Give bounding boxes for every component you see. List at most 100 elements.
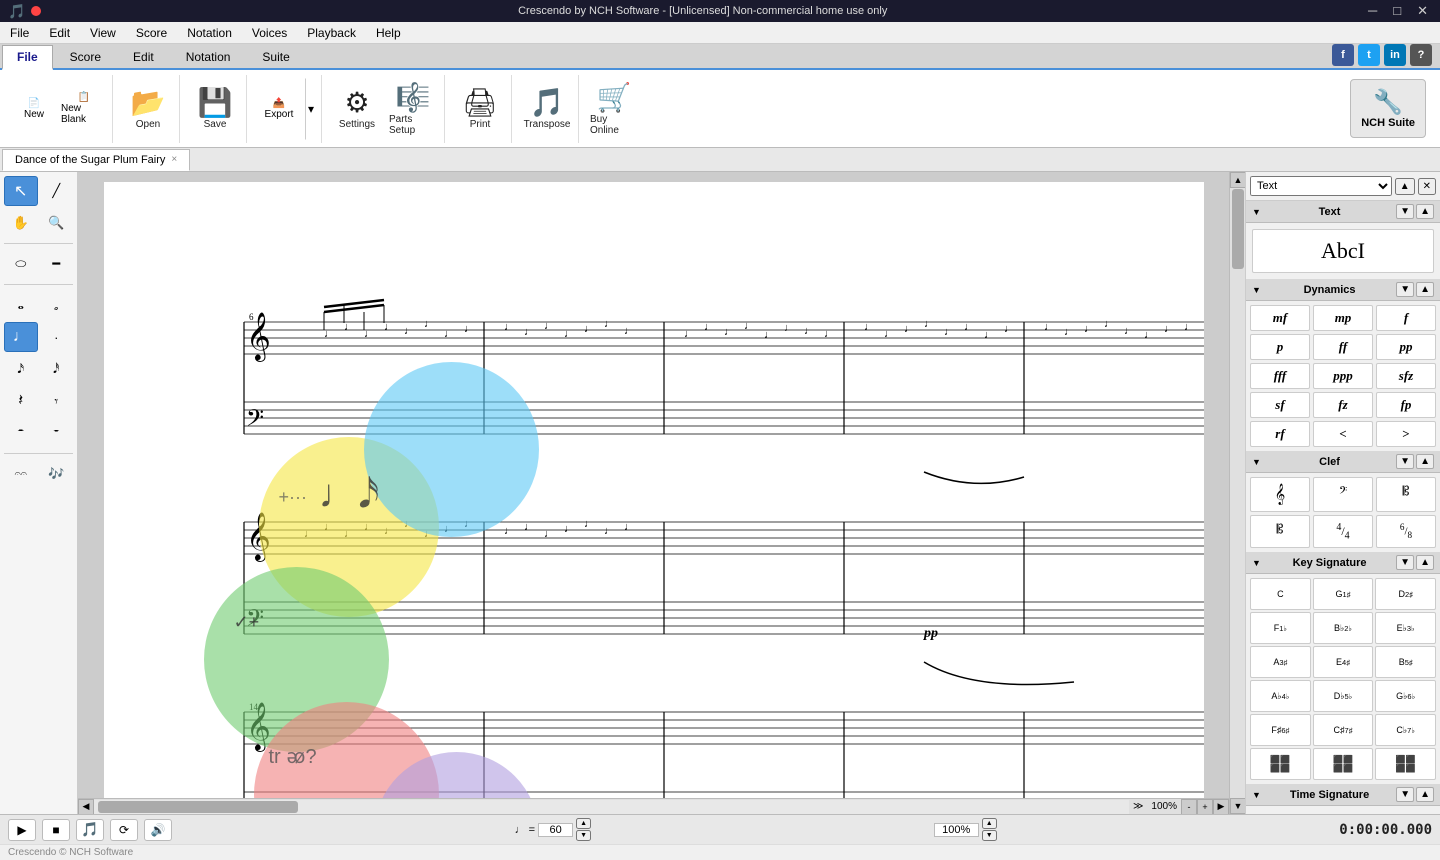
clef-down-btn[interactable]: ▼ — [1396, 454, 1414, 469]
draw-tool[interactable]: ╱ — [40, 176, 74, 206]
text-preview[interactable]: AbcI — [1252, 229, 1434, 273]
dynamic-mf[interactable]: mf — [1250, 305, 1310, 331]
keysig-g[interactable]: G1♯ — [1313, 578, 1374, 610]
text-up-btn[interactable]: ▲ — [1416, 204, 1434, 219]
quarter-rest-tool[interactable]: 𝄽 — [4, 386, 38, 416]
timesig-down-btn[interactable]: ▼ — [1396, 787, 1414, 802]
thirty-second-tool[interactable]: 𝅘𝅥𝅰 — [40, 354, 74, 384]
clef-treble[interactable]: 𝄞 — [1250, 477, 1310, 512]
tab-suite[interactable]: Suite — [247, 45, 304, 68]
keysig-up-btn[interactable]: ▲ — [1416, 555, 1434, 570]
keysig-d[interactable]: D2♯ — [1375, 578, 1436, 610]
dynamic-f[interactable]: f — [1376, 305, 1436, 331]
dynamics-down-btn[interactable]: ▼ — [1396, 282, 1414, 297]
stop-button[interactable]: ■ — [42, 819, 70, 841]
tab-score[interactable]: Score — [55, 45, 116, 68]
open-button[interactable]: 📂 Open — [121, 78, 175, 140]
sound-button[interactable]: 🔊 — [144, 819, 172, 841]
linkedin-icon[interactable]: in — [1384, 44, 1406, 66]
line-tool[interactable]: ━ — [40, 249, 74, 279]
dotted-tool[interactable]: · — [40, 322, 74, 352]
help-icon[interactable]: ? — [1410, 44, 1432, 66]
dynamic-fff[interactable]: fff — [1250, 363, 1310, 389]
doc-tab-close[interactable]: × — [171, 154, 177, 165]
clef-section-header[interactable]: ▼ Clef ▼ ▲ — [1246, 451, 1440, 473]
eighth-rest-tool[interactable]: 𝄾 — [40, 386, 74, 416]
scroll-down-button[interactable]: ▼ — [1230, 798, 1245, 814]
clef-up-btn[interactable]: ▲ — [1416, 454, 1434, 469]
menu-view[interactable]: View — [80, 24, 126, 42]
dynamic-sf[interactable]: sf — [1250, 392, 1310, 418]
twitter-icon[interactable]: t — [1358, 44, 1380, 66]
scroll-thumb[interactable] — [98, 801, 298, 813]
dynamic-pp[interactable]: pp — [1376, 334, 1436, 360]
keysig-ab[interactable]: A♭4♭ — [1250, 680, 1311, 712]
clef-6-8[interactable]: 6/8 — [1376, 515, 1436, 548]
zoom-tool[interactable]: 🔍 — [40, 208, 74, 238]
keysig-other3[interactable]: ⬛⬛⬛⬛ — [1375, 748, 1436, 780]
horizontal-scrollbar[interactable]: ◀ ≫ 100% - + ▶ — [78, 798, 1229, 814]
zoom-in-button[interactable]: + — [1197, 799, 1213, 815]
facebook-icon[interactable]: f — [1332, 44, 1354, 66]
keysig-f-sharp[interactable]: F♯6♯ — [1250, 714, 1311, 746]
zoom-up-button[interactable]: ▲ — [982, 818, 997, 829]
dynamics-up-btn[interactable]: ▲ — [1416, 282, 1434, 297]
dynamic-decrescendo[interactable]: > — [1376, 421, 1436, 447]
tab-file[interactable]: File — [2, 45, 53, 70]
tab-edit[interactable]: Edit — [118, 45, 169, 68]
text-section-header[interactable]: ▼ Text ▼ ▲ — [1246, 201, 1440, 223]
menu-notation[interactable]: Notation — [177, 24, 242, 42]
menu-score[interactable]: Score — [126, 24, 177, 42]
transpose-button[interactable]: 🎵 Transpose — [520, 78, 574, 140]
tempo-up-button[interactable]: ▲ — [576, 818, 591, 829]
zoom-input[interactable] — [934, 823, 979, 837]
vscroll-track[interactable] — [1230, 188, 1245, 798]
score-area[interactable]: 𝄞 𝄢 𝄞 𝄢 𝄞 𝄢 6 14 ♩ ♩ — [78, 172, 1229, 814]
vscroll-thumb[interactable] — [1232, 189, 1244, 269]
dynamics-section-header[interactable]: ▼ Dynamics ▼ ▲ — [1246, 279, 1440, 301]
scroll-up-button[interactable]: ▲ — [1230, 172, 1245, 188]
key-signature-section-header[interactable]: ▼ Key Signature ▼ ▲ — [1246, 552, 1440, 574]
menu-file[interactable]: File — [0, 24, 39, 42]
new-button[interactable]: 📄 New — [10, 78, 58, 140]
scroll-track[interactable] — [94, 800, 1129, 814]
metronome-button[interactable]: 🎵 — [76, 819, 104, 841]
scroll-left-button[interactable]: ◀ — [78, 799, 94, 815]
time-signature-section-header[interactable]: ▼ Time Signature ▼ ▲ — [1246, 784, 1440, 806]
half-rest-tool[interactable]: 𝄼 — [4, 418, 38, 448]
select-tool[interactable]: ↖ — [4, 176, 38, 206]
export-button[interactable]: 📤 Export — [255, 78, 303, 140]
dynamic-ppp[interactable]: ppp — [1313, 363, 1373, 389]
keysig-cb[interactable]: C♭7♭ — [1375, 714, 1436, 746]
half-note-tool[interactable]: 𝅗 — [40, 290, 74, 320]
close-button[interactable]: ✕ — [1413, 3, 1432, 19]
note-group-tool[interactable]: 🎶 — [40, 459, 74, 489]
zoom-out-button[interactable]: - — [1181, 799, 1197, 815]
settings-button[interactable]: ⚙ Settings — [330, 78, 384, 140]
print-button[interactable]: 🖨 Print — [453, 78, 507, 140]
dynamic-fz[interactable]: fz — [1313, 392, 1373, 418]
clef-alto[interactable]: 𝄡 — [1376, 477, 1436, 512]
tempo-down-button[interactable]: ▼ — [576, 830, 591, 841]
keysig-other1[interactable]: ⬛⬛⬛⬛ — [1250, 748, 1311, 780]
keysig-e-sharp[interactable]: E4♯ — [1313, 646, 1374, 678]
panel-type-select[interactable]: Text Dynamics Clef Key Signature Time Si… — [1250, 176, 1392, 196]
vertical-scrollbar[interactable]: ▲ ▼ — [1229, 172, 1245, 814]
new-blank-button[interactable]: 📋 New Blank — [60, 78, 108, 140]
nch-suite-button[interactable]: 🔧 NCH Suite — [1350, 79, 1426, 138]
maximize-button[interactable]: □ — [1389, 3, 1405, 19]
scroll-right-button[interactable]: ▶ — [1213, 799, 1229, 815]
keysig-a-sharp[interactable]: A3♯ — [1250, 646, 1311, 678]
zoom-down-button[interactable]: ▼ — [982, 830, 997, 841]
loop-button[interactable]: ⟳ — [110, 819, 138, 841]
keysig-down-btn[interactable]: ▼ — [1396, 555, 1414, 570]
window-controls[interactable]: ─ □ ✕ — [1364, 3, 1432, 19]
ellipse-tool[interactable]: ⬭ — [4, 249, 38, 279]
panel-expand-all[interactable]: ✕ — [1418, 178, 1436, 195]
menu-playback[interactable]: Playback — [297, 24, 366, 42]
clef-4-4[interactable]: 4/4 — [1313, 515, 1373, 548]
save-button[interactable]: 💾 Save — [188, 78, 242, 140]
menu-help[interactable]: Help — [366, 24, 411, 42]
keysig-bb[interactable]: B♭2♭ — [1313, 612, 1374, 644]
minimize-button[interactable]: ─ — [1364, 3, 1381, 19]
